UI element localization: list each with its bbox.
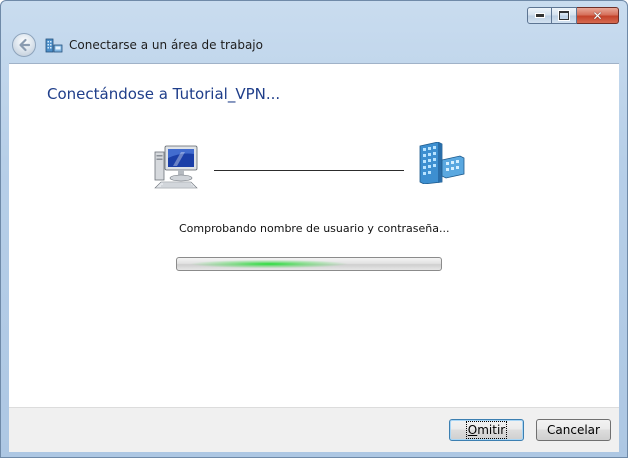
status-message: Comprobando nombre de usuario y contrase… — [179, 222, 450, 235]
cancel-button[interactable]: Cancelar — [536, 419, 611, 441]
back-button[interactable] — [12, 33, 36, 57]
maximize-button[interactable] — [552, 7, 577, 24]
connection-line — [214, 170, 404, 171]
minimize-button[interactable] — [527, 7, 552, 24]
window-title: Conectarse a un área de trabajo — [69, 38, 263, 52]
skip-label-rest: mitir — [477, 423, 506, 437]
close-icon: ✕ — [592, 8, 603, 23]
server-icon — [419, 142, 465, 184]
skip-button[interactable]: Omitir — [449, 419, 524, 441]
skip-button-label: Omitir — [465, 421, 508, 439]
cancel-button-label: Cancelar — [547, 423, 600, 437]
back-arrow-icon — [19, 38, 31, 52]
workplace-network-icon — [45, 38, 63, 53]
minimize-icon — [534, 13, 545, 18]
progress-glow — [190, 258, 348, 270]
page-heading: Conectándose a Tutorial_VPN... — [47, 85, 281, 103]
computer-icon — [154, 145, 198, 189]
title-bar[interactable]: ✕ — [1, 1, 627, 31]
content-pane: Conectándose a Tutorial_VPN... Comproban… — [9, 63, 619, 408]
button-footer: Omitir Cancelar — [9, 407, 619, 452]
caption-buttons: ✕ — [527, 7, 619, 24]
skip-mnemonic: O — [467, 423, 478, 437]
header-row: Conectarse a un área de trabajo — [1, 31, 627, 64]
close-button[interactable]: ✕ — [577, 7, 619, 24]
dialog-window: ✕ Conectarse a un área de trabajo Conect… — [0, 0, 628, 458]
connection-progress-bar — [176, 257, 442, 271]
maximize-icon — [558, 10, 570, 21]
